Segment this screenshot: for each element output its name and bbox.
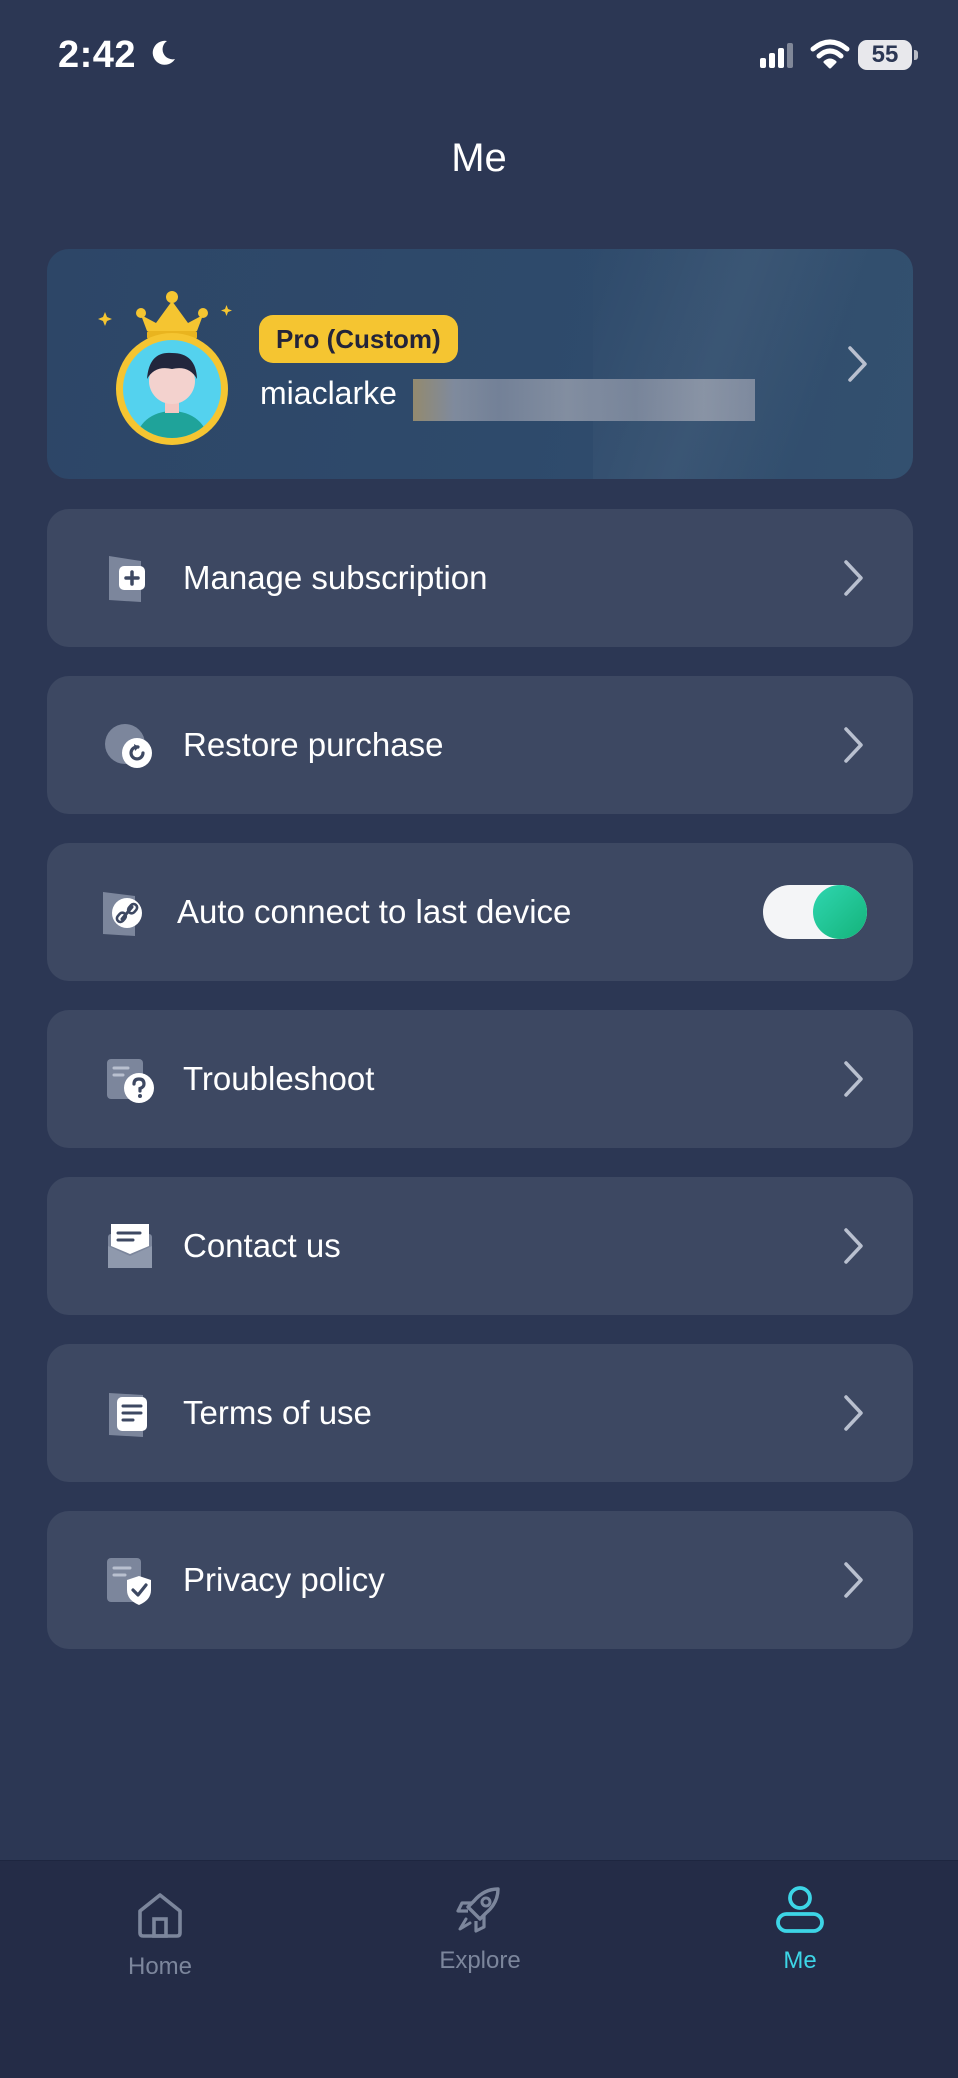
chevron-right-icon <box>848 346 867 382</box>
subscription-icon <box>109 556 145 602</box>
tab-home[interactable]: Home <box>60 1861 260 2001</box>
menu-row-auto-connect: Auto connect to last device <box>47 843 913 981</box>
menu-label: Terms of use <box>183 1394 372 1431</box>
chevron-right-icon <box>844 1395 863 1431</box>
tab-bar: Home Explore Me <box>0 1860 958 2078</box>
menu-row-privacy-policy[interactable]: Privacy policy <box>47 1511 913 1649</box>
menu-row-terms-of-use[interactable]: Terms of use <box>47 1344 913 1482</box>
menu-label: Auto connect to last device <box>177 893 572 930</box>
redacted-email <box>413 379 755 421</box>
moon-icon <box>152 40 175 65</box>
menu-label: Manage subscription <box>183 559 488 596</box>
tab-me[interactable]: Me <box>700 1861 900 2001</box>
chevron-right-icon <box>844 1562 863 1598</box>
menu-label: Privacy policy <box>183 1561 385 1598</box>
tab-label: Home <box>127 1953 193 1980</box>
menu-row-contact-us[interactable]: Contact us <box>47 1177 913 1315</box>
menu-label: Restore purchase <box>183 726 444 763</box>
person-icon <box>776 1886 824 1933</box>
status-bar: 2:42 55 <box>0 0 958 110</box>
home-icon <box>138 1893 182 1938</box>
chevron-right-icon <box>844 1061 863 1097</box>
troubleshoot-icon <box>107 1059 154 1103</box>
page-title: Me <box>451 136 507 180</box>
me-screen: 2:42 55 Me Pro (Custom) miaclarke Manage… <box>0 0 958 2078</box>
chevron-right-icon <box>844 560 863 596</box>
chevron-right-icon <box>844 727 863 763</box>
menu-row-restore-purchase[interactable]: Restore purchase <box>47 676 913 814</box>
tab-explore[interactable]: Explore <box>380 1861 580 2001</box>
battery-indicator: 55 <box>858 40 918 70</box>
cellular-signal-icon <box>760 43 793 68</box>
menu-label: Troubleshoot <box>183 1060 375 1097</box>
username: miaclarke <box>260 375 397 411</box>
menu-label: Contact us <box>183 1227 341 1264</box>
auto-connect-toggle[interactable] <box>763 885 867 939</box>
battery-level: 55 <box>871 41 899 68</box>
rocket-icon <box>456 1887 500 1933</box>
battery-nub <box>914 50 918 60</box>
chevron-right-icon <box>844 1228 863 1264</box>
profile-card[interactable]: Pro (Custom) miaclarke <box>47 249 913 479</box>
shield-document-icon <box>107 1558 151 1605</box>
toggle-knob <box>813 885 867 939</box>
tab-label: Explore <box>439 1947 521 1974</box>
pro-badge: Pro (Custom) <box>259 315 458 363</box>
menu-row-manage-subscription[interactable]: Manage subscription <box>47 509 913 647</box>
tab-label: Me <box>783 1947 817 1974</box>
status-time: 2:42 <box>58 34 137 76</box>
document-icon <box>109 1393 147 1437</box>
avatar-crown-icon <box>98 291 232 445</box>
restore-icon <box>105 724 152 768</box>
mail-icon <box>108 1224 152 1268</box>
link-icon <box>103 892 142 936</box>
wifi-icon <box>810 39 850 69</box>
menu-row-troubleshoot[interactable]: Troubleshoot <box>47 1010 913 1148</box>
